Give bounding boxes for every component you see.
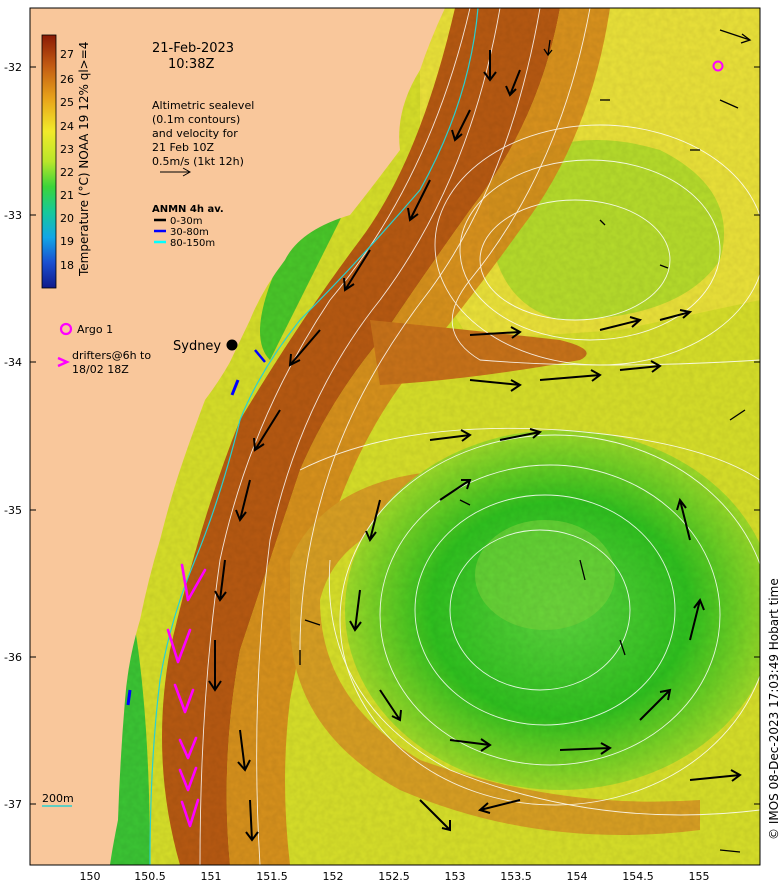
ocean-temperature-map: -32 -33 -34 -35 -36 -37 150 150.5 151 15… <box>4 7 780 883</box>
anmn-legend-item: 30-80m <box>170 227 209 238</box>
image-time: 10:38Z <box>168 57 214 72</box>
anmn-legend-title: ANMN 4h av. <box>152 204 224 215</box>
colorbar-tick-label: 18 <box>60 259 74 272</box>
lon-tick-label: 152.5 <box>378 870 410 883</box>
lat-tick-label: -34 <box>4 356 22 369</box>
lat-tick-label: -32 <box>4 61 22 74</box>
temperature-colorbar <box>41 34 57 289</box>
lon-tick-label: 150 <box>80 870 101 883</box>
altimetry-note-line: 21 Feb 10Z <box>152 141 214 154</box>
lon-tick-label: 154.5 <box>622 870 654 883</box>
colorbar-tick-label: 21 <box>60 189 74 202</box>
isobath-legend-label: 200m <box>42 792 74 805</box>
lon-tick-label: 154 <box>567 870 588 883</box>
colorbar-tick-label: 20 <box>60 212 74 225</box>
colorbar-tick-label: 25 <box>60 96 74 109</box>
argo-legend-label: Argo 1 <box>77 323 113 336</box>
altimetry-note-line: Altimetric sealevel <box>152 99 254 112</box>
colorbar-tick-label: 22 <box>60 166 74 179</box>
colorbar-tick-label: 23 <box>60 143 74 156</box>
lon-tick-label: 151.5 <box>256 870 288 883</box>
lat-tick-label: -36 <box>4 651 22 664</box>
mooring-blue-track-south <box>126 689 132 706</box>
copyright-notice: © IMOS 08-Dec-2023 17:03:49 Hobart time <box>767 578 780 840</box>
lon-tick-label: 153 <box>445 870 466 883</box>
colorbar-tick-label: 24 <box>60 120 74 133</box>
anmn-legend-item: 0-30m <box>170 216 202 227</box>
lat-tick-label: -35 <box>4 504 22 517</box>
drifter-legend-label: 18/02 18Z <box>72 363 129 376</box>
sydney-marker <box>226 339 238 351</box>
anmn-legend-item: 80-150m <box>170 238 215 249</box>
lon-tick-label: 152 <box>323 870 344 883</box>
sydney-label: Sydney <box>173 339 221 354</box>
lon-tick-label: 153.5 <box>500 870 532 883</box>
lon-tick-label: 155 <box>689 870 710 883</box>
longitude-axis: 150 150.5 151 151.5 152 152.5 153 153.5 … <box>80 870 710 883</box>
altimetry-note-line: and velocity for <box>152 127 238 140</box>
lat-tick-label: -33 <box>4 209 22 222</box>
colorbar-tick-label: 19 <box>60 235 74 248</box>
lon-tick-label: 150.5 <box>134 870 166 883</box>
drifter-legend-label: drifters@6h to <box>72 349 151 362</box>
lon-tick-label: 151 <box>201 870 222 883</box>
altimetry-note-line: (0.1m contours) <box>152 113 240 126</box>
colorbar-tick-label: 26 <box>60 73 74 86</box>
altimetry-note-line: 0.5m/s (1kt 12h) <box>152 155 244 168</box>
image-date: 21-Feb-2023 <box>152 41 234 56</box>
lat-tick-label: -37 <box>4 798 22 811</box>
colorbar-tick-label: 27 <box>60 48 74 61</box>
colorbar-label: Temperature (°C) NOAA 19 12% ql>=4 <box>77 42 91 277</box>
